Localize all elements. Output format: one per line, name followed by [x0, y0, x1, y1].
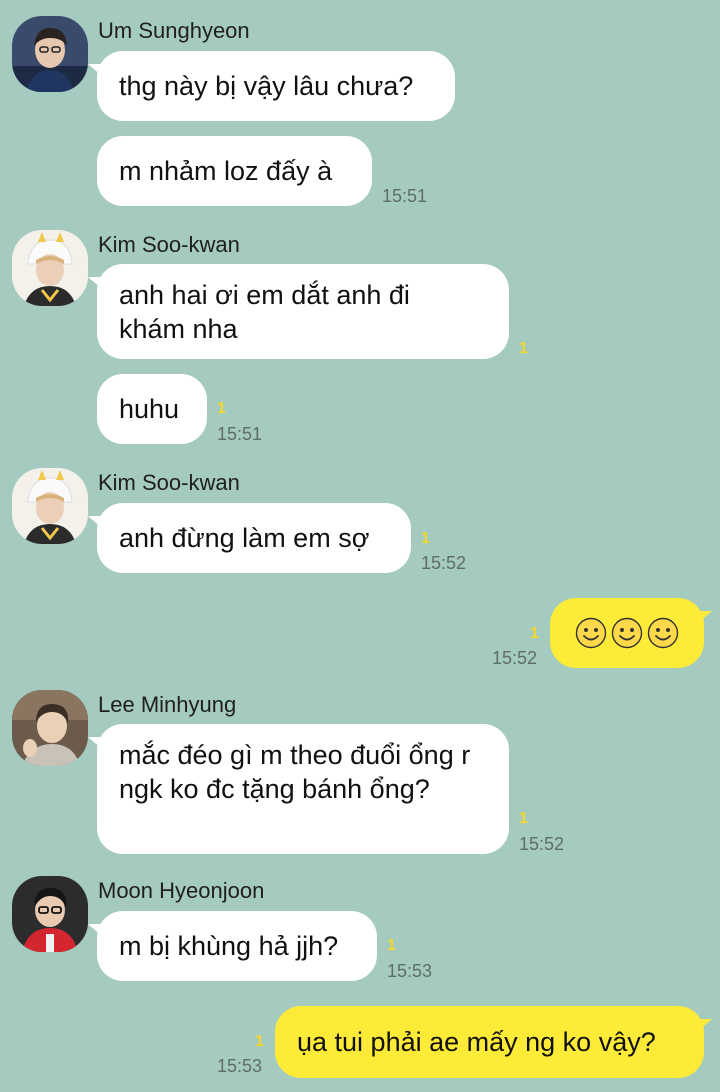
sender-name: Lee Minhyung [98, 692, 237, 717]
avatar-image [12, 468, 88, 544]
message-bubble[interactable]: anh đừng làm em sợ [97, 503, 411, 573]
message-bubble-outgoing[interactable] [550, 598, 704, 668]
bubble-tail [698, 611, 712, 623]
unread-count: 1 [387, 937, 396, 954]
message-time: 15:52 [519, 834, 565, 854]
avatar-image [12, 690, 88, 766]
unread-count: 1 [530, 625, 539, 642]
avatar-um-sunghyeon[interactable] [12, 16, 88, 92]
sender-name: Kim Soo-kwan [98, 470, 240, 495]
avatar-image [12, 16, 88, 92]
bubble-tail [698, 1019, 712, 1031]
bubble-tail [88, 516, 102, 528]
message-bubble[interactable]: huhu [97, 374, 207, 444]
unread-count: 1 [519, 340, 528, 357]
message-time: 15:51 [217, 424, 263, 444]
message-text: thg này bị vậy lâu chưa? [119, 71, 414, 101]
avatar-image [12, 876, 88, 952]
message-text: m bị khùng hả jjh? [119, 931, 339, 961]
emoji-row [575, 617, 679, 649]
message-time: 15:53 [387, 961, 433, 981]
message-bubble[interactable]: thg này bị vậy lâu chưa? [97, 51, 455, 121]
message-text: anh hai ơi em dắt anh đi khám nha [119, 280, 410, 344]
message-time: 15:51 [382, 186, 428, 206]
message-bubble[interactable]: m bị khùng hả jjh? [97, 911, 377, 981]
unread-count: 1 [217, 400, 226, 417]
smiley-icon [575, 617, 607, 649]
bubble-tail [88, 64, 102, 76]
avatar-kim-soo-kwan[interactable] [12, 230, 88, 306]
message-text: m nhảm loz đấy à [119, 156, 333, 186]
message-time: 15:52 [421, 553, 467, 573]
message-bubble[interactable]: m nhảm loz đấy à [97, 136, 372, 206]
unread-count: 1 [255, 1033, 264, 1050]
message-text: huhu [119, 394, 180, 424]
bubble-tail [88, 737, 102, 749]
avatar-moon-hyeonjoon[interactable] [12, 876, 88, 952]
message-text: ụa tui phải ae mấy ng ko vậy? [297, 1027, 656, 1057]
message-time: 15:52 [492, 648, 538, 668]
message-text: anh đừng làm em sợ [119, 523, 370, 553]
unread-count: 1 [421, 530, 430, 547]
message-bubble[interactable]: anh hai ơi em dắt anh đi khám nha [97, 264, 509, 359]
smiley-icon [611, 617, 643, 649]
smiley-icon [647, 617, 679, 649]
unread-count: 1 [519, 810, 528, 827]
sender-name: Moon Hyeonjoon [98, 878, 265, 903]
avatar-kim-soo-kwan[interactable] [12, 468, 88, 544]
avatar-image [12, 230, 88, 306]
message-bubble-outgoing[interactable]: ụa tui phải ae mấy ng ko vậy? [275, 1006, 704, 1078]
bubble-tail [88, 924, 102, 936]
bubble-tail [88, 277, 102, 289]
message-text: mắc đéo gì m theo đuổi ổng r ngk ko đc t… [119, 740, 471, 804]
sender-name: Um Sunghyeon [98, 18, 250, 43]
message-time: 15:53 [217, 1056, 263, 1076]
message-bubble[interactable]: mắc đéo gì m theo đuổi ổng r ngk ko đc t… [97, 724, 509, 854]
avatar-lee-minhyung[interactable] [12, 690, 88, 766]
sender-name: Kim Soo-kwan [98, 232, 240, 257]
